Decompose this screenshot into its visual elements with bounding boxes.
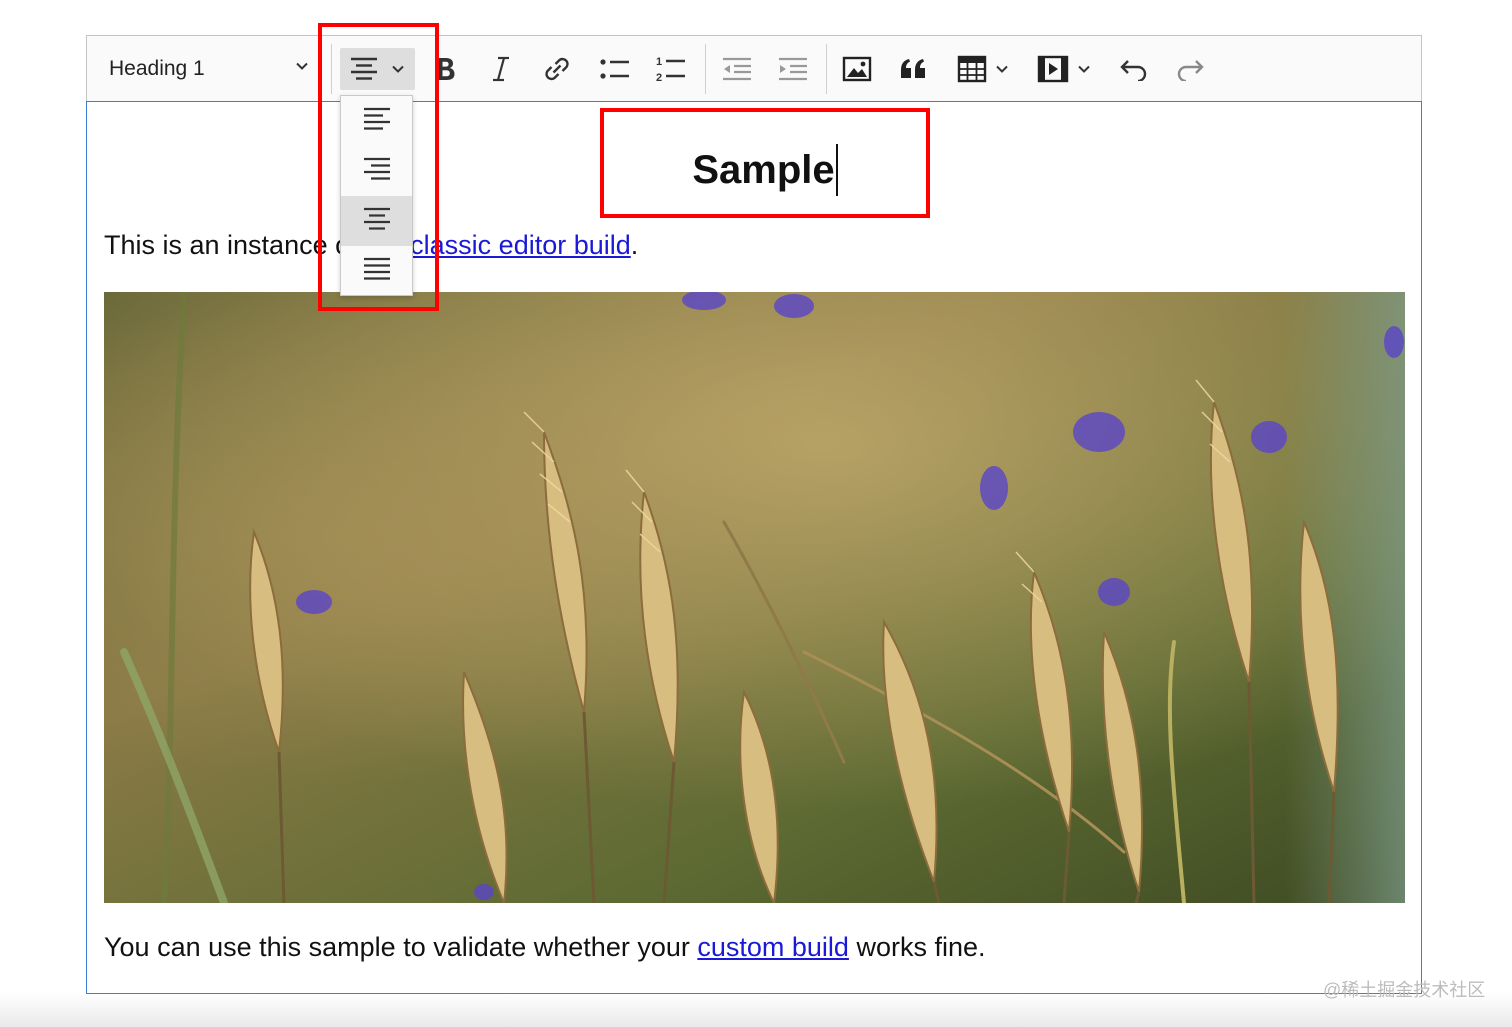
table-icon <box>957 55 987 83</box>
numbered-list-icon: 12 <box>655 55 687 83</box>
outdent-button[interactable] <box>718 48 756 90</box>
chevron-down-icon <box>293 57 311 81</box>
align-center-icon <box>349 56 379 82</box>
justify-icon <box>363 256 391 287</box>
link-icon <box>543 55 571 83</box>
align-right-option[interactable] <box>341 146 412 196</box>
toolbar-separator <box>705 44 706 94</box>
align-left-icon <box>363 106 391 137</box>
heading-text-value: Sample <box>692 147 835 192</box>
paragraph-outro-text: You can use this sample to validate whet… <box>104 932 698 962</box>
heading-dropdown[interactable]: Heading 1 <box>97 50 315 88</box>
italic-icon <box>488 55 514 83</box>
chevron-down-icon <box>389 60 407 78</box>
wheat-field-photo <box>104 292 1405 903</box>
quote-icon <box>899 56 929 82</box>
chevron-down-icon <box>1075 60 1093 78</box>
media-icon <box>1037 55 1069 83</box>
link-button[interactable] <box>539 48 575 90</box>
outdent-icon <box>722 56 752 82</box>
indent-button[interactable] <box>774 48 812 90</box>
align-right-icon <box>363 156 391 187</box>
alignment-button[interactable] <box>340 48 415 90</box>
editor-toolbar: Heading 1 1 2 <box>87 36 1421 102</box>
redo-icon <box>1175 57 1205 81</box>
classic-editor-build-link[interactable]: classic editor build <box>410 230 631 260</box>
block-quote-button[interactable] <box>895 48 933 90</box>
svg-text:1: 1 <box>656 56 662 68</box>
numbered-list-button[interactable]: 12 <box>652 48 690 90</box>
image-icon <box>842 56 872 82</box>
align-left-option[interactable] <box>341 96 412 146</box>
bold-button[interactable] <box>427 48 463 90</box>
text-caret <box>835 144 838 196</box>
svg-text:2: 2 <box>656 72 662 83</box>
paragraph-outro[interactable]: You can use this sample to validate whet… <box>104 932 985 963</box>
heading-1-text[interactable]: Sample <box>600 142 930 198</box>
bold-icon <box>432 55 458 83</box>
toolbar-separator <box>331 44 332 94</box>
toolbar-separator <box>826 44 827 94</box>
italic-button[interactable] <box>483 48 519 90</box>
bulleted-list-icon <box>599 56 631 82</box>
page-bottom-shade <box>0 993 1512 1027</box>
wheat-field-image[interactable] <box>104 292 1405 903</box>
heading-dropdown-label: Heading 1 <box>109 57 205 80</box>
undo-button[interactable] <box>1115 48 1153 90</box>
paragraph-outro-end: works fine. <box>848 932 986 962</box>
chevron-down-icon <box>993 60 1011 78</box>
custom-build-link[interactable]: custom build <box>697 932 849 962</box>
undo-icon <box>1119 57 1149 81</box>
insert-image-button[interactable] <box>838 48 876 90</box>
indent-icon <box>778 56 808 82</box>
redo-button[interactable] <box>1171 48 1209 90</box>
insert-media-button[interactable] <box>1032 48 1098 90</box>
alignment-dropdown-panel <box>340 95 413 296</box>
watermark-text: @稀土掘金技术社区 <box>1323 980 1486 1000</box>
align-center-option[interactable] <box>341 196 412 246</box>
bulleted-list-button[interactable] <box>596 48 634 90</box>
justify-option[interactable] <box>341 246 412 296</box>
align-center-icon <box>363 206 391 237</box>
paragraph-intro-end: . <box>630 230 639 260</box>
insert-table-button[interactable] <box>951 48 1017 90</box>
